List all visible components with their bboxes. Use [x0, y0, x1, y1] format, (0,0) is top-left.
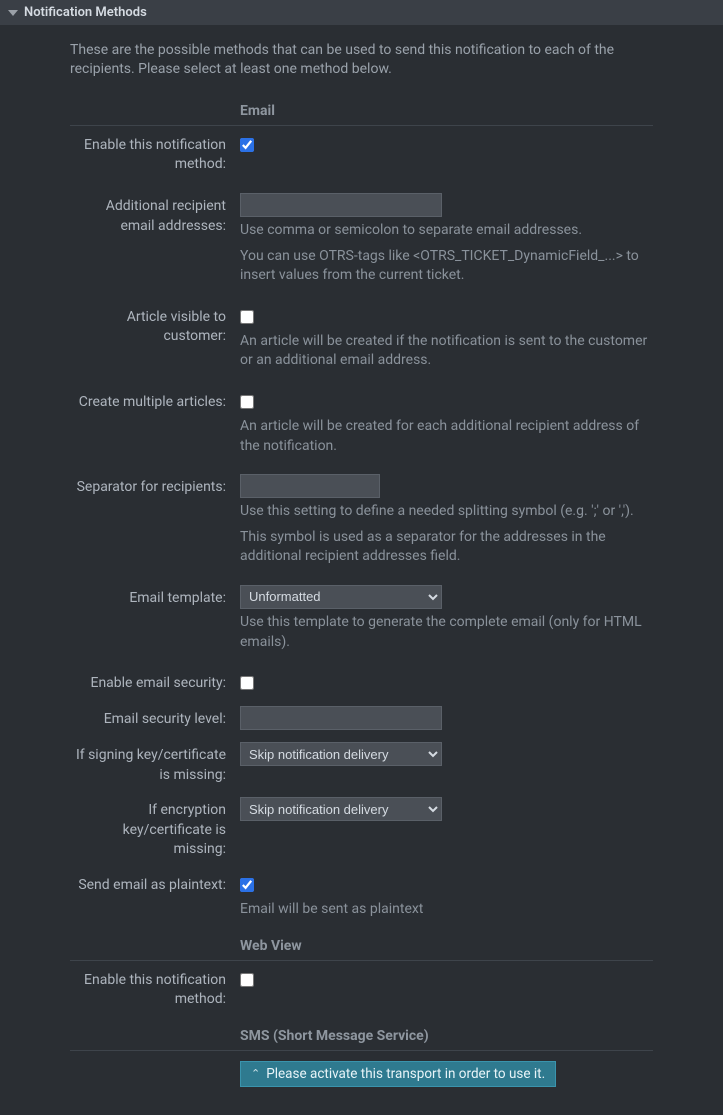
help-create-multiple: An article will be created for each addi… [240, 417, 653, 456]
security-level-input[interactable] [240, 706, 442, 730]
label-create-multiple: Create multiple articles: [70, 389, 240, 413]
section-heading-email: Email [240, 97, 275, 125]
panel-content: These are the possible methods that can … [0, 25, 723, 1115]
help-separator-1: Use this setting to define a needed spli… [240, 502, 653, 522]
enable-security-checkbox[interactable] [240, 676, 254, 690]
label-article-visible: Article visible to customer: [70, 304, 240, 347]
help-email-template: Use this template to generate the comple… [240, 613, 653, 652]
plaintext-checkbox[interactable] [240, 878, 254, 892]
signing-missing-select[interactable]: Skip notification delivery [240, 742, 442, 766]
label-encryption-missing: If encryption key/certificate is missing… [70, 797, 240, 860]
create-multiple-checkbox[interactable] [240, 395, 254, 409]
panel-title: Notification Methods [24, 5, 147, 20]
help-plaintext: Email will be sent as plaintext [240, 900, 653, 920]
help-additional-1: Use comma or semicolon to separate email… [240, 221, 653, 241]
info-icon: ⌃ [251, 1067, 260, 1080]
label-enable-webview: Enable this notification method: [70, 967, 240, 1010]
label-enable-security: Enable email security: [70, 670, 240, 694]
label-security-level: Email security level: [70, 706, 240, 730]
enable-email-checkbox[interactable] [240, 138, 254, 152]
label-enable-email: Enable this notification method: [70, 132, 240, 175]
intro-text: These are the possible methods that can … [70, 41, 653, 79]
section-heading-webview: Web View [240, 932, 302, 960]
panel-header[interactable]: Notification Methods [0, 0, 723, 25]
additional-recipients-input[interactable] [240, 193, 442, 217]
help-separator-2: This symbol is used as a separator for t… [240, 528, 653, 567]
label-email-template: Email template: [70, 585, 240, 609]
sms-banner-text: Please activate this transport in order … [266, 1066, 545, 1082]
separator-input[interactable] [240, 474, 380, 498]
label-additional-recipients: Additional recipient email addresses: [70, 193, 240, 236]
sms-info-banner: ⌃ Please activate this transport in orde… [240, 1061, 556, 1087]
enable-webview-checkbox[interactable] [240, 973, 254, 987]
label-plaintext: Send email as plaintext: [70, 872, 240, 896]
email-template-select[interactable]: Unformatted [240, 585, 442, 609]
help-additional-2: You can use OTRS-tags like <OTRS_TICKET_… [240, 247, 653, 286]
chevron-down-icon [8, 10, 18, 16]
help-article-visible: An article will be created if the notifi… [240, 332, 653, 371]
encryption-missing-select[interactable]: Skip notification delivery [240, 797, 442, 821]
article-visible-checkbox[interactable] [240, 310, 254, 324]
section-heading-sms: SMS (Short Message Service) [240, 1022, 429, 1050]
label-signing-missing: If signing key/certificate is missing: [70, 742, 240, 785]
label-separator: Separator for recipients: [70, 474, 240, 498]
